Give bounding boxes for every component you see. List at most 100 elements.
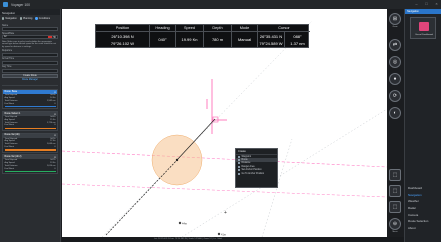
cursor-crosshair-icon: +	[224, 210, 227, 216]
flag-value: HK	[52, 36, 56, 39]
route-name: Route Var (Alt 2)	[4, 155, 22, 158]
waypoint-icon	[238, 155, 240, 158]
avg-time-field[interactable]	[2, 68, 58, 73]
route-card[interactable]: Route: Base ▾ Time Elapsed 0d 0h Avg Speed 14…	[2, 89, 58, 110]
window-controls: – □ ×	[414, 2, 439, 6]
navigation-info-panel: Position 26°10.398 N 79°26.102 W Heading …	[95, 24, 310, 48]
refresh-icon[interactable]: ⟳	[389, 90, 401, 102]
mode-cell: Mode Manual	[232, 25, 258, 47]
buoy-icon	[217, 232, 221, 236]
latitude-line	[62, 150, 387, 168]
mode-radio-planning[interactable]: Planning	[19, 17, 32, 20]
dashboard-icon	[419, 22, 429, 31]
ruler-icon	[238, 162, 240, 165]
flag-icon	[47, 35, 52, 39]
mode-label: Conditions	[38, 17, 51, 20]
route-name: Route Variant 1	[4, 112, 21, 115]
mode-value: Manual	[237, 37, 252, 42]
radio-icon	[2, 17, 5, 20]
record-icon[interactable]: ●	[389, 73, 401, 85]
window-title: Voyager 100	[11, 2, 31, 7]
speed-header: Speed	[176, 25, 203, 32]
ownship-icon[interactable]	[175, 158, 179, 162]
chevron-down-icon[interactable]: ▾	[54, 113, 55, 116]
close-icon[interactable]: ×	[434, 2, 439, 6]
route-stat-value: 0	[54, 124, 56, 127]
divider	[2, 84, 58, 86]
waypoint-marker-icon[interactable]	[212, 116, 219, 123]
day-night-icon[interactable]: ◐	[389, 107, 401, 119]
create-route-button[interactable]: Create Route	[2, 73, 58, 78]
heading-value: 040°	[158, 37, 167, 42]
sidebar-item-navigation[interactable]: Navigation	[405, 192, 441, 199]
route-color-bar	[4, 127, 56, 130]
route-icon	[238, 159, 240, 162]
latitude-line	[62, 183, 387, 198]
route-stat-row: Fuel Burnt 0	[3, 103, 57, 106]
target-icon[interactable]: ◎	[389, 56, 401, 68]
cursor-distance: 1.37 nm	[290, 40, 305, 46]
vessel-form: Name Speed/Rate 12 HK Note: Make sure to …	[0, 22, 60, 88]
chart-icon[interactable]: ⬚	[389, 185, 401, 197]
route-line[interactable]	[105, 159, 178, 236]
anchor-icon	[238, 169, 240, 172]
depth-cell: Depth 780 m	[204, 25, 232, 47]
speed-field[interactable]: 12 HK	[2, 35, 58, 40]
route-color-bar	[4, 149, 56, 151]
sidebar-item-about[interactable]: About	[405, 225, 441, 232]
cursor-header: Cursor	[258, 25, 310, 32]
buoy-label: 44m	[182, 222, 187, 226]
route-stat-label: Fuel Burnt	[4, 124, 15, 127]
chevron-down-icon[interactable]: ▾	[54, 134, 55, 137]
menu-item-label: Distance	[241, 162, 251, 165]
chart-map[interactable]: 44m 41m + Position 26°10.398 N 79°26.102 …	[62, 9, 387, 237]
position-header: Position	[96, 25, 149, 32]
chevron-down-icon[interactable]: ▾	[54, 91, 55, 94]
route-name: Route Var (Alt)	[4, 134, 20, 137]
cursor-lon: 79°24.589 W	[259, 40, 283, 46]
minimize-icon[interactable]: –	[414, 2, 419, 6]
sidebar-item-radar[interactable]: Radar	[405, 205, 441, 212]
sidebar-item-dashboard[interactable]: Dashboard	[405, 185, 441, 192]
route-manager-link[interactable]: Route Manager	[2, 79, 58, 83]
depth-header: Depth	[204, 25, 231, 32]
route-card[interactable]: Route Var (Alt 2) ▾ Time Elapsed 0d 2h Avg S…	[2, 154, 58, 175]
chevron-down-icon[interactable]: ▾	[54, 156, 55, 159]
sidebar-item-camera[interactable]: Camera	[405, 212, 441, 219]
right-sidebar: Navigation Vessel Dashboard Dashboard Nav…	[404, 9, 441, 242]
route-stat-value: 0	[54, 167, 56, 170]
zoom-out-icon[interactable]: ⊖	[389, 218, 401, 230]
arrival-field[interactable]	[2, 60, 58, 65]
map-tool-column: ⊞ Zoom ⇄ ◎ ● ⟳ ◐ ⬚ ⬚ ⬚ ⊖ Menu	[387, 9, 403, 237]
swap-icon[interactable]: ⇄	[389, 39, 401, 51]
maximize-icon[interactable]: □	[424, 2, 429, 6]
menu-item-goto-anchor[interactable]: Go To Anchor Position	[236, 172, 277, 175]
vessel-dashboard-tile[interactable]: Vessel Dashboard	[410, 17, 436, 39]
cursor-lat: 26°35.431 N	[259, 33, 283, 39]
sidebar-item-route-selection[interactable]: Route Selection	[405, 218, 441, 225]
route-color-bar	[4, 105, 56, 108]
left-panel: Navigation Navigation Planning Condition…	[0, 9, 61, 242]
route-list: Route: Base ▾ Time Elapsed 0d 0h Avg Speed 14…	[0, 89, 60, 175]
position-lat: 26°10.398 N	[111, 33, 134, 39]
layers-icon[interactable]: ⬚	[389, 169, 401, 181]
mode-radio-navigation[interactable]: Navigation	[2, 17, 17, 20]
name-field[interactable]	[2, 27, 58, 32]
status-bar: Lat: 26°35.431 N Lon: 79°24.589 W | Scal…	[62, 237, 404, 242]
speed-value: 19.99 Kn	[181, 37, 198, 42]
mode-radio-conditions[interactable]: Conditions	[35, 17, 50, 20]
route-card[interactable]: Route Var (Alt) ▾ Time Elapsed 0d 5h Avg Spe…	[2, 132, 58, 153]
create-context-menu: Create Waypoint Route Distance Danger Ar…	[235, 148, 278, 188]
route-stat-label: Fuel Burnt	[4, 167, 15, 170]
zoom-caption: Zoom	[392, 26, 398, 28]
radio-icon	[35, 17, 38, 20]
route-card[interactable]: Route Variant 1 ▾ Time Elapsed 0d 4h Avg Spe…	[2, 110, 58, 132]
route-stat-row: Fuel Burnt 0	[3, 146, 57, 149]
overlay-icon[interactable]: ⬚	[389, 201, 401, 213]
zoom-icon[interactable]: ⊞	[389, 13, 401, 25]
buoy-icon	[178, 221, 182, 225]
mode-selector: Navigation Planning Conditions	[0, 15, 60, 22]
departure-field[interactable]	[2, 52, 58, 57]
menu-caption: Menu	[392, 231, 398, 233]
sidebar-item-weather[interactable]: Weather	[405, 198, 441, 205]
